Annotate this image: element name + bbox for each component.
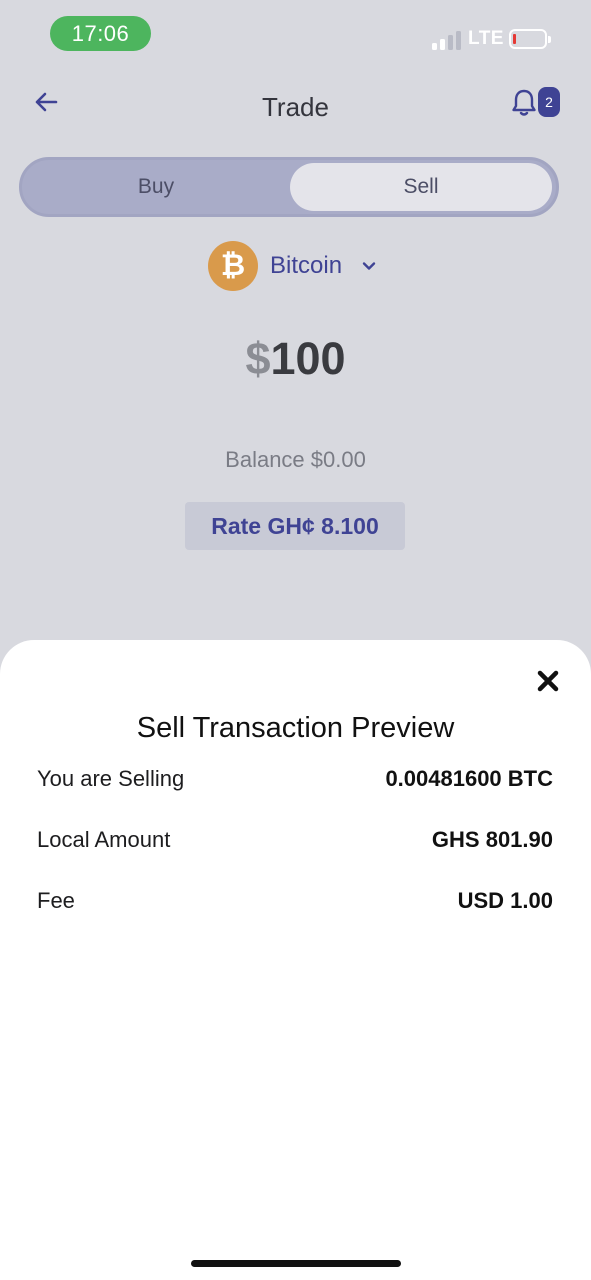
- coin-name: Bitcoin: [270, 252, 343, 279]
- bitcoin-icon: ₿: [208, 241, 258, 291]
- battery-icon: [509, 29, 551, 49]
- preview-row-local-amount: Local Amount GHS 801.90: [37, 827, 553, 861]
- balance-text: Balance $0.00: [225, 447, 366, 472]
- notification-badge: 2: [538, 87, 560, 117]
- row-value: USD 1.00: [457, 888, 553, 913]
- page-title: Trade: [262, 92, 329, 122]
- row-value: GHS 801.90: [431, 827, 553, 852]
- amount-currency: $: [245, 333, 271, 384]
- trade-type-toggle: Buy Sell: [19, 157, 559, 217]
- amount-display[interactable]: $100: [0, 333, 591, 385]
- notifications-button[interactable]: 2: [508, 84, 564, 120]
- amount-value: 100: [270, 333, 346, 384]
- close-icon: [537, 670, 559, 692]
- home-indicator[interactable]: [191, 1260, 401, 1267]
- transaction-preview-sheet: Sell Transaction Preview You are Selling…: [0, 640, 591, 1280]
- chevron-down-icon: [362, 262, 376, 270]
- bell-icon: [512, 89, 536, 116]
- preview-row-selling: You are Selling 0.00481600 BTC: [37, 766, 553, 800]
- rate-badge: Rate GH¢ 8.100: [185, 502, 405, 550]
- row-label: Fee: [37, 888, 75, 913]
- tab-sell[interactable]: Sell: [290, 163, 552, 211]
- status-time: 17:06: [50, 16, 151, 51]
- row-label: Local Amount: [37, 827, 171, 852]
- network-label: LTE: [468, 28, 504, 49]
- preview-row-fee: Fee USD 1.00: [37, 888, 553, 922]
- sheet-title: Sell Transaction Preview: [136, 712, 455, 744]
- signal-icon: [432, 30, 464, 50]
- close-button[interactable]: [535, 668, 561, 694]
- row-value: 0.00481600 BTC: [385, 766, 553, 791]
- tab-buy[interactable]: Buy: [25, 163, 287, 211]
- row-label: You are Selling: [37, 766, 185, 791]
